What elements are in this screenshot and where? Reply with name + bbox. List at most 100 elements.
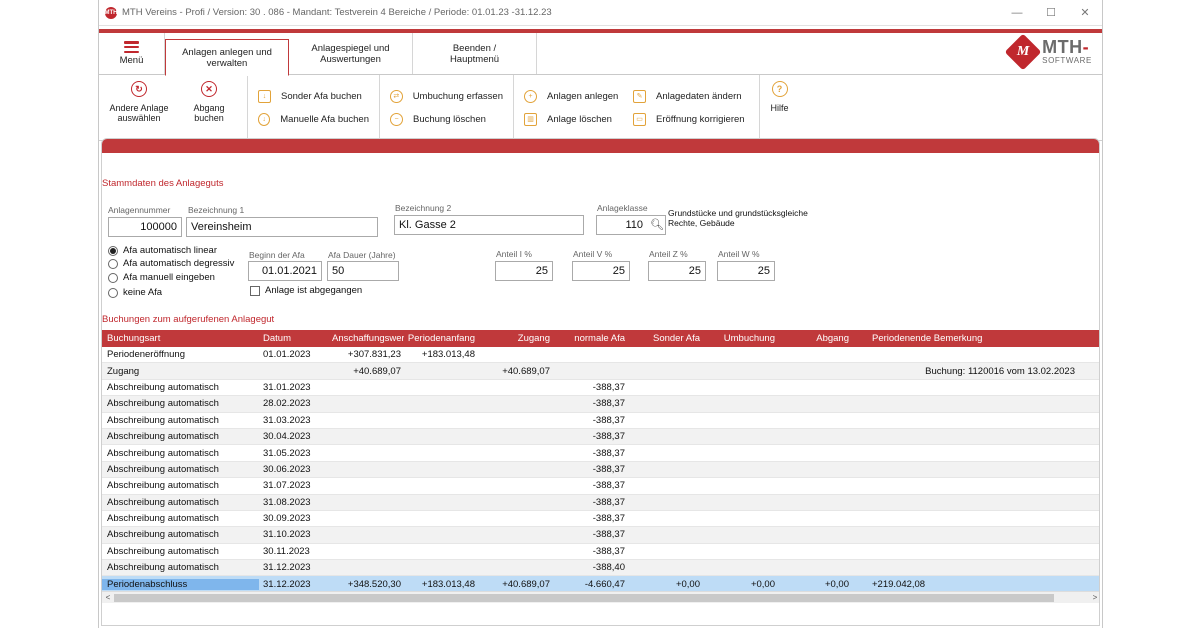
table-row[interactable]: Abschreibung automatisch 28.02.2023 -388,3…: [102, 396, 1099, 413]
table-row[interactable]: Abschreibung automatisch 30.06.2023 -388,3…: [102, 461, 1099, 479]
table-cell: 30.09.2023: [263, 513, 311, 525]
table-row[interactable]: Abschreibung automatisch 31.03.2023 -388,3…: [102, 413, 1099, 429]
table-cell: -388,37: [592, 398, 625, 410]
arrow-down-icon: ↓: [258, 89, 271, 103]
share-i-field[interactable]: 25: [495, 261, 553, 281]
transfer-button[interactable]: ⇄ Umbuchung erfassen: [390, 89, 503, 103]
asset-number-field[interactable]: 100000: [108, 217, 182, 237]
scroll-thumb[interactable]: [114, 594, 1054, 602]
table-cell: 31.10.2023: [263, 529, 311, 541]
window-title: MTH Vereins - Profi / Version: 30 . 086 …: [122, 7, 552, 18]
transfer-icon: ⇄: [390, 89, 403, 103]
table-cell: 01.01.2023: [263, 349, 311, 361]
col-header[interactable]: Anschaffungswert: [329, 333, 404, 344]
table-row[interactable]: Abschreibung automatisch 31.12.2023 -388,4…: [102, 560, 1099, 577]
table-row[interactable]: Abschreibung automatisch 31.05.2023 -388,3…: [102, 445, 1099, 462]
manual-afa-button[interactable]: ↓ Manuelle Afa buchen: [258, 112, 369, 126]
table-header: Buchungsart Datum Anschaffungswert Perio…: [102, 330, 1099, 347]
table-row[interactable]: Zugang +40.689,07 +40.689,07 Buchung: 11200…: [102, 363, 1099, 380]
create-asset-button[interactable]: + Anlagen anlegen: [524, 89, 619, 103]
table-row[interactable]: Abschreibung automatisch 30.09.2023 -388,3…: [102, 511, 1099, 528]
col-header[interactable]: Sonder Afa: [628, 333, 703, 344]
table-cell: 31.03.2023: [263, 414, 311, 426]
table-cell: -388,37: [592, 447, 625, 459]
table-cell: -388,37: [592, 381, 625, 393]
col-header[interactable]: normale Afa: [553, 333, 628, 344]
share-w-field[interactable]: 25: [717, 261, 775, 281]
col-header[interactable]: Periodenende Bemerkung: [852, 333, 1099, 344]
asset-panel: Stammdaten des Anlageguts Anlagennummer …: [101, 138, 1100, 626]
col-header[interactable]: Datum: [259, 333, 329, 344]
col-header[interactable]: Zugang: [478, 333, 553, 344]
delete-booking-button[interactable]: − Buchung löschen: [390, 112, 503, 126]
table-cell: -388,37: [592, 529, 625, 541]
tab-anlagen-verwalten[interactable]: Anlagen anlegen und verwalten: [165, 39, 289, 76]
table-cell: +0,00: [675, 579, 700, 591]
table-cell: 31.12.2023: [263, 579, 311, 591]
name2-field[interactable]: Kl. Gasse 2: [394, 215, 584, 235]
table-cell: +183.013,48: [421, 349, 475, 361]
special-afa-button[interactable]: ↓ Sonder Afa buchen: [258, 89, 369, 103]
col-header[interactable]: Umbuchung: [703, 333, 778, 344]
table-cell: 31.07.2023: [263, 480, 311, 492]
menu-button[interactable]: Menü: [99, 33, 165, 74]
arrow-down-circle-icon: ↓: [258, 112, 271, 126]
delete-asset-button[interactable]: ▥ Anlage löschen: [524, 112, 619, 126]
other-asset-button[interactable]: ↻ Andere Anlage auswählen: [99, 75, 179, 140]
table-row[interactable]: Abschreibung automatisch 30.11.2023 -388,3…: [102, 544, 1099, 561]
afa-degressive-radio[interactable]: Afa automatisch degressiv: [108, 258, 234, 269]
share-v-label: Anteil V %: [573, 249, 613, 259]
horizontal-scrollbar[interactable]: < >: [102, 591, 1099, 604]
afa-duration-label: Afa Dauer (Jahre): [328, 250, 396, 260]
table-row[interactable]: Abschreibung automatisch 31.01.2023 -388,3…: [102, 380, 1099, 397]
table-row[interactable]: Abschreibung automatisch 31.07.2023 -388,3…: [102, 478, 1099, 495]
table-cell: Abschreibung automatisch: [107, 381, 219, 393]
minimize-button[interactable]: —: [1000, 7, 1034, 19]
asset-disposed-checkbox[interactable]: Anlage ist abgegangen: [250, 285, 362, 296]
share-z-field[interactable]: 25: [648, 261, 706, 281]
scroll-right-icon[interactable]: >: [1090, 592, 1099, 604]
table-cell: 28.02.2023: [263, 398, 311, 410]
afa-duration-field[interactable]: 50: [327, 261, 399, 281]
table-row[interactable]: Abschreibung automatisch 31.10.2023 -388,3…: [102, 527, 1099, 544]
afa-none-radio[interactable]: keine Afa: [108, 287, 162, 298]
table-cell: +348.520,30: [347, 579, 401, 591]
close-button[interactable]: ✕: [1068, 6, 1102, 19]
search-icon[interactable]: 🔍︎: [650, 218, 664, 231]
minus-circle-icon: −: [390, 112, 403, 126]
tab-beenden[interactable]: Beenden / Hauptmenü: [413, 33, 537, 74]
table-cell: Abschreibung automatisch: [107, 529, 219, 541]
table-cell: 31.12.2023: [263, 562, 311, 574]
change-asset-button[interactable]: ✎ Anlagedaten ändern: [633, 89, 749, 103]
col-header[interactable]: Periodenanfang: [404, 333, 478, 344]
table-cell: -388,37: [592, 480, 625, 492]
asset-class-description: Grundstücke und grundstücksgleiche Recht…: [668, 208, 808, 228]
afa-manual-radio[interactable]: Afa manuell eingeben: [108, 272, 215, 283]
correct-opening-button[interactable]: ▭ Eröffnung korrigieren: [633, 112, 749, 126]
col-header[interactable]: Buchungsart: [102, 333, 259, 344]
app-window: MTH MTH Vereins - Profi / Version: 30 . …: [98, 0, 1103, 628]
table-row[interactable]: Abschreibung automatisch 31.08.2023 -388,3…: [102, 494, 1099, 511]
table-cell: +40.689,07: [353, 365, 401, 377]
afa-linear-radio[interactable]: Afa automatisch linear: [108, 245, 217, 256]
name1-field[interactable]: Vereinsheim: [186, 217, 378, 237]
table-row[interactable]: Abschreibung automatisch 30.04.2023 -388,3…: [102, 428, 1099, 446]
table-row[interactable]: Periodeneröffnung 01.01.2023 +307.831,23 +1…: [102, 347, 1099, 364]
table-cell: +307.831,23: [347, 349, 401, 361]
disposal-label: Abgang buchen: [193, 103, 225, 123]
tab-bar: Menü Anlagen anlegen und verwalten Anlag…: [99, 33, 1102, 76]
table-cell: +0,00: [750, 579, 775, 591]
other-asset-label: Andere Anlage auswählen: [109, 103, 169, 123]
col-header[interactable]: Abgang: [778, 333, 852, 344]
share-z-label: Anteil Z %: [649, 249, 688, 259]
afa-start-field[interactable]: 01.01.2021: [248, 261, 322, 281]
table-cell: Abschreibung automatisch: [107, 398, 219, 410]
help-button[interactable]: ? Hilfe: [759, 75, 799, 140]
share-v-field[interactable]: 25: [572, 261, 630, 281]
tab-anlagespiegel[interactable]: Anlagespiegel und Auswertungen: [289, 33, 413, 74]
scroll-left-icon[interactable]: <: [103, 592, 113, 604]
table-cell: -388,37: [592, 414, 625, 426]
table-cell: Abschreibung automatisch: [107, 414, 219, 426]
maximize-button[interactable]: ☐: [1034, 6, 1068, 19]
disposal-button[interactable]: ✕ Abgang buchen: [179, 75, 239, 140]
